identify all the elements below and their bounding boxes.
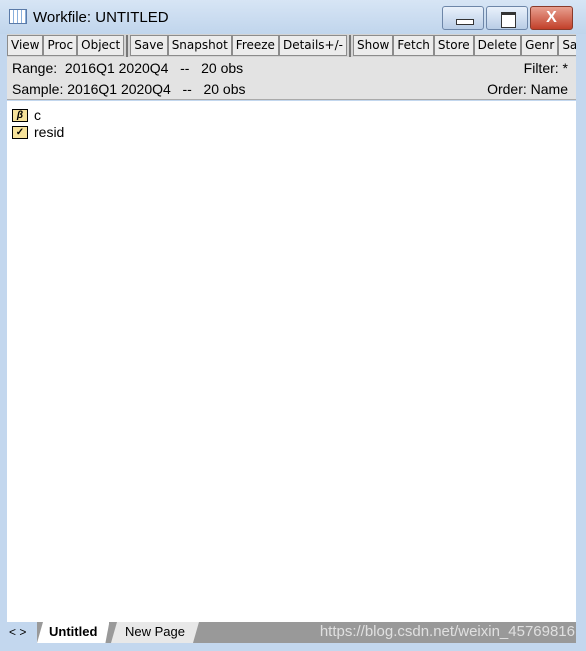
range-text[interactable]: Range: 2016Q1 2020Q4 -- 20 obs [12, 60, 243, 76]
minimize-button[interactable] [442, 6, 484, 30]
workfile-icon [9, 9, 27, 24]
sample-text[interactable]: Sample: 2016Q1 2020Q4 -- 20 obs [12, 81, 245, 97]
workfile-info: Range: 2016Q1 2020Q4 -- 20 obs Sample: 2… [7, 57, 576, 100]
list-item[interactable]: β c [12, 107, 41, 123]
maximize-button[interactable] [486, 6, 528, 30]
window-title: Workfile: UNTITLED [33, 9, 169, 26]
coefficient-beta-icon: β [12, 108, 28, 122]
series-icon: ✓ [12, 125, 28, 139]
order-text[interactable]: Order: Name [487, 81, 568, 97]
fetch-button[interactable]: Fetch [393, 35, 434, 56]
toolbar: View Proc Object Save Snapshot Freeze De… [7, 34, 576, 57]
tab-new-page[interactable]: New Page [111, 622, 199, 643]
delete-button[interactable]: Delete [473, 35, 522, 56]
sample-button[interactable]: Sample [558, 35, 576, 56]
toolbar-separator [348, 35, 351, 57]
show-button[interactable]: Show [352, 35, 394, 56]
object-list: β c ✓ resid [7, 101, 576, 622]
filter-text[interactable]: Filter: * [524, 60, 568, 76]
object-button[interactable]: Object [77, 35, 125, 56]
title-bar: Workfile: UNTITLED X [0, 0, 586, 34]
tab-scroll-arrows[interactable]: < > [7, 622, 37, 643]
page-tabs: < > Untitled New Page https://blog.csdn.… [7, 622, 576, 643]
watermark: https://blog.csdn.net/weixin_45769816 [319, 623, 575, 640]
object-name: c [34, 107, 41, 123]
save-button[interactable]: Save [130, 35, 168, 56]
details-button[interactable]: Details+/- [278, 35, 347, 56]
store-button[interactable]: Store [433, 35, 474, 56]
proc-button[interactable]: Proc [43, 35, 78, 56]
genr-button[interactable]: Genr [521, 35, 559, 56]
view-button[interactable]: View [7, 35, 44, 56]
list-item[interactable]: ✓ resid [12, 124, 64, 140]
tab-untitled[interactable]: Untitled [37, 622, 109, 643]
close-button[interactable]: X [530, 6, 573, 30]
object-name: resid [34, 124, 65, 140]
freeze-button[interactable]: Freeze [231, 35, 279, 56]
snapshot-button[interactable]: Snapshot [167, 35, 232, 56]
toolbar-separator [126, 35, 129, 57]
